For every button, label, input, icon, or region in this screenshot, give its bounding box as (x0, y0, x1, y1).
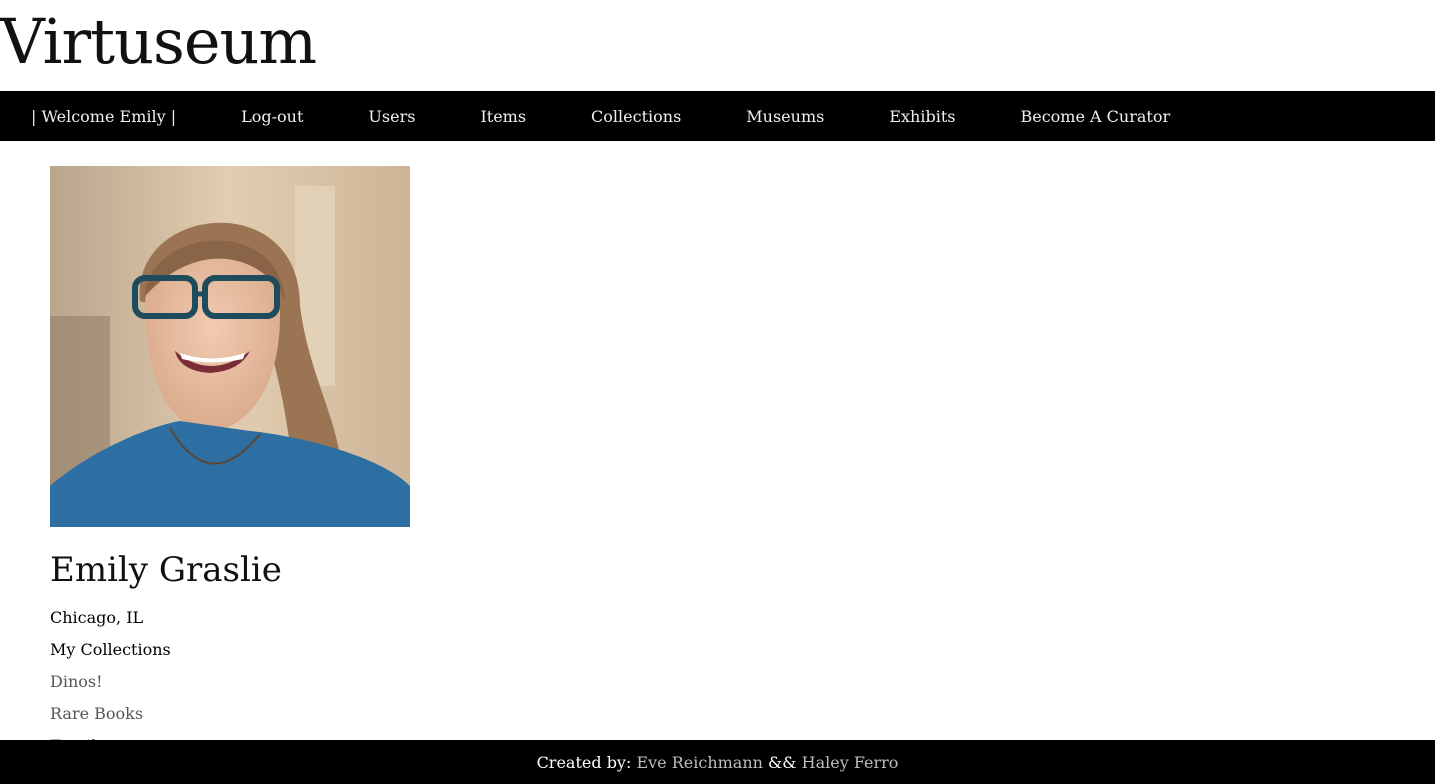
navbar: | Welcome Emily | Log-out Users Items Co… (0, 91, 1435, 141)
nav-museums[interactable]: Museums (746, 107, 824, 126)
footer-author-link-1[interactable]: Eve Reichmann (636, 753, 763, 772)
footer-separator: && (762, 752, 802, 772)
footer: Created by: Eve Reichmann && Haley Ferro (0, 740, 1435, 784)
page: Virtuseum | Welcome Emily | Log-out User… (0, 0, 1435, 784)
footer-author-link-2[interactable]: Haley Ferro (802, 753, 899, 772)
nav-collections[interactable]: Collections (591, 107, 681, 126)
nav-exhibits[interactable]: Exhibits (889, 107, 955, 126)
nav-logout[interactable]: Log-out (241, 107, 303, 126)
collection-link-dinos[interactable]: Dinos! (50, 672, 103, 691)
collection-link-rare-books[interactable]: Rare Books (50, 704, 143, 723)
nav-become-curator[interactable]: Become A Curator (1020, 107, 1170, 126)
collections-heading: My Collections (50, 640, 171, 659)
profile-photo-illustration (50, 166, 410, 527)
nav-users[interactable]: Users (368, 107, 415, 126)
profile-location: Chicago, IL (50, 608, 144, 627)
list-item: Dinos! (50, 671, 143, 703)
profile-name: Emily Graslie (50, 550, 282, 590)
profile-photo (50, 166, 410, 527)
list-item: Rare Books (50, 703, 143, 735)
site-title[interactable]: Virtuseum (0, 4, 317, 80)
welcome-message: | Welcome Emily | (31, 106, 177, 126)
nav-items[interactable]: Items (480, 107, 526, 126)
footer-prefix: Created by: (536, 752, 637, 772)
